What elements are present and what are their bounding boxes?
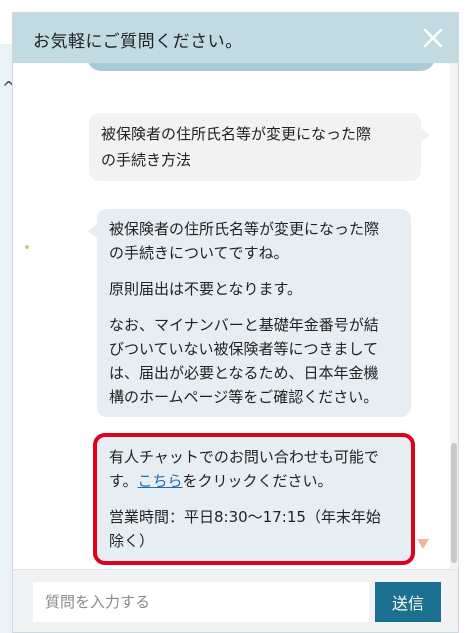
close-icon[interactable] (420, 25, 446, 51)
bot-text-line: す。 (109, 472, 138, 490)
bot-text-line: びついていない被保険者等につきまして (109, 340, 379, 358)
chat-scroll-thumb[interactable] (451, 443, 457, 563)
previous-message-bubble (87, 63, 435, 71)
chat-scrollbar[interactable] (450, 63, 458, 569)
bot-text-line: の手続きについてですね。 (109, 244, 289, 262)
chat-messages[interactable]: 被保険者の住所氏名等が変更になった際 の手続き方法 被保険者の住所氏名等が変更に… (13, 63, 458, 569)
bot-message-highlighted: 有人チャットでのお問い合わせも可能で す。こちらをクリックください。 営業時間：… (93, 433, 415, 565)
input-bar: 送信 (13, 569, 458, 632)
chat-header: お気軽にご質問ください。 (13, 13, 458, 63)
chat-title: お気軽にご質問ください。 (33, 32, 243, 52)
bot-paragraph: なお、マイナンバーと基礎年金番号が結 びついていない被保険者等につきまして は、… (109, 313, 399, 409)
user-message-line: 被保険者の住所氏名等が変更になった際 (101, 125, 372, 143)
human-chat-link[interactable]: こちら (138, 472, 183, 490)
decorative-triangle (417, 539, 429, 549)
bot-paragraph: 有人チャットでのお問い合わせも可能で す。こちらをクリックください。 (109, 445, 399, 493)
question-input[interactable] (33, 582, 369, 622)
bot-text-line: 有人チャットでのお問い合わせも可能で (109, 448, 379, 466)
chat-widget: お気軽にご質問ください。 被保険者の住所氏名等が変更になった際 の手続き方法 被… (12, 12, 459, 633)
bot-paragraph: 原則届出は不要となります。 (109, 277, 399, 301)
bot-text-line: 構のホームページ等をご確認ください。 (109, 388, 379, 406)
bot-paragraph: 被保険者の住所氏名等が変更になった際 の手続きについてですね。 (109, 217, 399, 265)
bot-text-line: なお、マイナンバーと基礎年金番号が結 (109, 316, 379, 334)
send-button[interactable]: 送信 (375, 582, 441, 622)
bot-avatar-dot (25, 245, 29, 249)
bot-text-line: 原則届出は不要となります。 (109, 280, 303, 298)
bot-paragraph: 営業時間：平日8:30～17:15（年末年始 除く） (109, 505, 399, 553)
bot-text-line: は、届出が必要となるため、日本年金機 (109, 364, 379, 382)
user-message: 被保険者の住所氏名等が変更になった際 の手続き方法 (89, 113, 430, 181)
bot-text-line: 除く） (109, 532, 155, 550)
bot-text-line: 営業時間：平日8:30～17:15（年末年始 (109, 508, 381, 526)
bot-message: 被保険者の住所氏名等が変更になった際 の手続きについてですね。 原則届出は不要と… (88, 209, 411, 417)
bot-text-line: をクリックください。 (182, 472, 333, 490)
user-message-line: の手続き方法 (101, 151, 192, 169)
bot-text-line: 被保険者の住所氏名等が変更になった際 (109, 220, 380, 238)
